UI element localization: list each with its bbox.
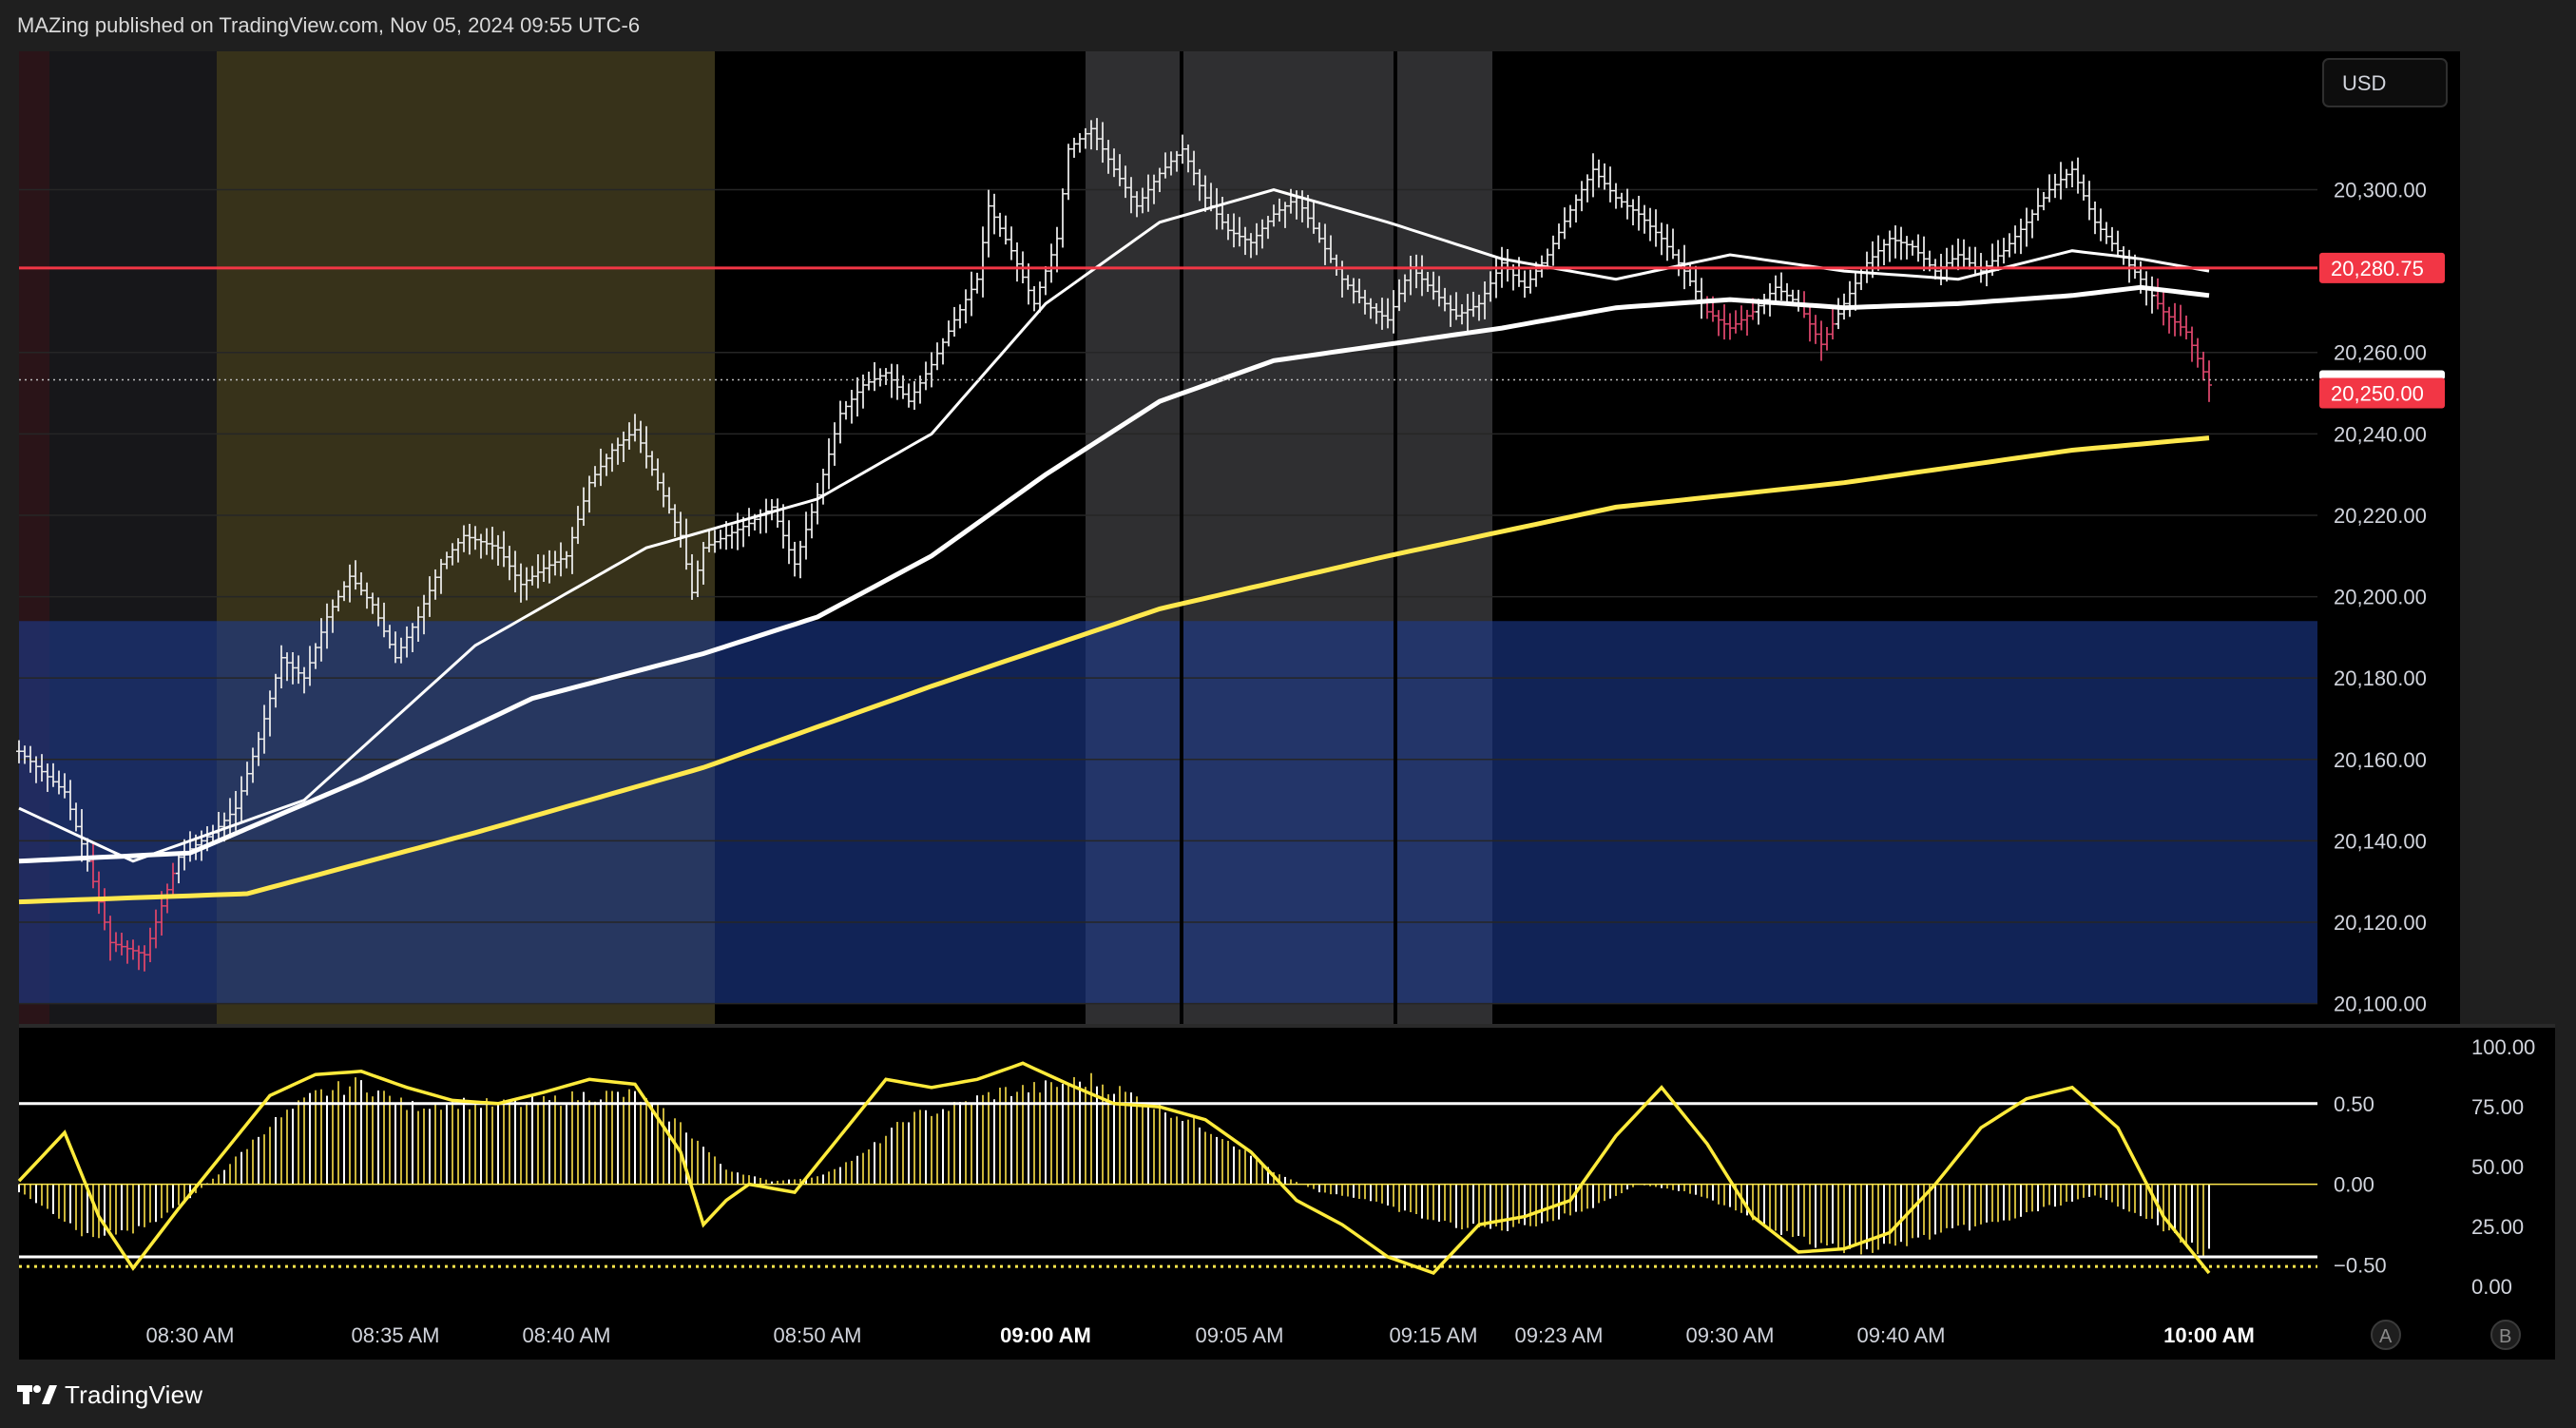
- oscillator-right-tick-label: 75.00: [2471, 1095, 2524, 1119]
- currency-label: USD: [2342, 71, 2386, 95]
- last-price-label: 20,250.00: [2319, 370, 2445, 409]
- tradingview-logo[interactable]: TradingView: [17, 1380, 202, 1409]
- time-tick-label: 09:05 AM: [1196, 1323, 1284, 1347]
- auto-scale-button[interactable]: A: [2371, 1320, 2401, 1350]
- time-tick-label: 08:50 AM: [774, 1323, 862, 1347]
- oscillator-tick-label: −0.50: [2334, 1253, 2387, 1277]
- time-tick-label: 08:35 AM: [352, 1323, 440, 1347]
- red-level-label: 20,280.75: [2319, 252, 2445, 283]
- auto-scale-label: A: [2379, 1326, 2393, 1347]
- svg-text:20,280.75: 20,280.75: [2331, 257, 2424, 280]
- price-tick-label: 20,160.00: [2334, 748, 2427, 772]
- svg-text:20,250.00: 20,250.00: [2331, 382, 2424, 406]
- chart-canvas[interactable]: 20,300.00 20,260.00 20,240.00 20,220.00 20,2…: [0, 0, 2576, 1428]
- price-tick-label: 20,120.00: [2334, 911, 2427, 935]
- price-tick-label: 20,200.00: [2334, 586, 2427, 609]
- price-tick-label: 20,260.00: [2334, 341, 2427, 365]
- price-tick-label: 20,300.00: [2334, 179, 2427, 203]
- price-tick-label: 20,100.00: [2334, 993, 2427, 1016]
- b-scale-button[interactable]: B: [2490, 1320, 2521, 1350]
- price-tick-label: 20,220.00: [2334, 504, 2427, 528]
- oscillator-right-tick-label: 50.00: [2471, 1155, 2524, 1179]
- time-tick-label: 09:15 AM: [1390, 1323, 1478, 1347]
- oscillator-right-tick-label: 100.00: [2471, 1035, 2535, 1059]
- tradingview-brand: TradingView: [65, 1380, 203, 1409]
- time-tick-label: 09:23 AM: [1515, 1323, 1604, 1347]
- oscillator-right-tick-label: 25.00: [2471, 1215, 2524, 1239]
- tradingview-logo-icon: [17, 1385, 57, 1404]
- time-tick-label: 09:00 AM: [1000, 1323, 1091, 1347]
- price-tick-label: 20,240.00: [2334, 422, 2427, 446]
- price-tick-label: 20,180.00: [2334, 666, 2427, 690]
- b-scale-label: B: [2499, 1326, 2511, 1347]
- price-tick-label: 20,140.00: [2334, 829, 2427, 853]
- time-tick-label: 09:30 AM: [1686, 1323, 1775, 1347]
- time-tick-label: 09:40 AM: [1857, 1323, 1946, 1347]
- time-tick-label: 08:30 AM: [146, 1323, 235, 1347]
- currency-button[interactable]: USD: [2322, 58, 2448, 107]
- time-tick-label: 10:00 AM: [2163, 1323, 2255, 1347]
- oscillator-tick-label: 0.00: [2334, 1173, 2374, 1197]
- oscillator-tick-label: 0.50: [2334, 1092, 2374, 1116]
- oscillator-right-tick-label: 0.00: [2471, 1275, 2512, 1299]
- time-tick-label: 08:40 AM: [523, 1323, 611, 1347]
